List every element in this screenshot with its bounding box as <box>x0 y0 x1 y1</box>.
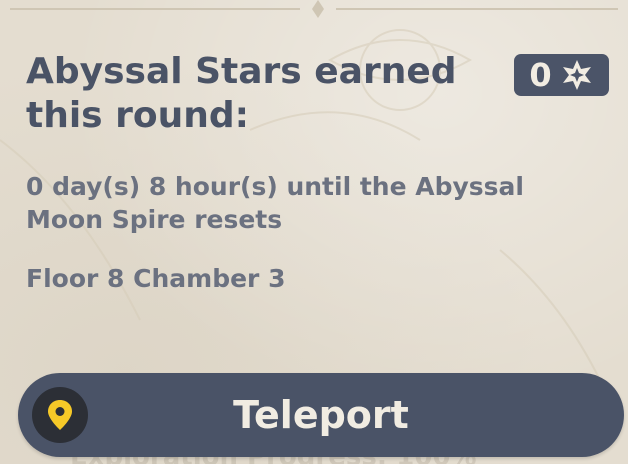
teleport-label: Teleport <box>233 393 409 437</box>
stars-earned-badge: 0 <box>514 54 609 96</box>
stars-earned-count: 0 <box>529 56 552 94</box>
reset-countdown-text: 0 day(s) 8 hour(s) until the Abyssal Moo… <box>26 172 524 234</box>
abyssal-star-icon <box>562 60 591 90</box>
abyss-info-panel: Abyssal Stars earned this round: 0 0 day… <box>0 0 628 464</box>
floor-chamber-label: Floor 8 Chamber 3 <box>26 264 286 293</box>
teleport-button[interactable]: Teleport <box>18 373 624 457</box>
stars-earned-title: Abyssal Stars earned this round: <box>26 51 457 136</box>
